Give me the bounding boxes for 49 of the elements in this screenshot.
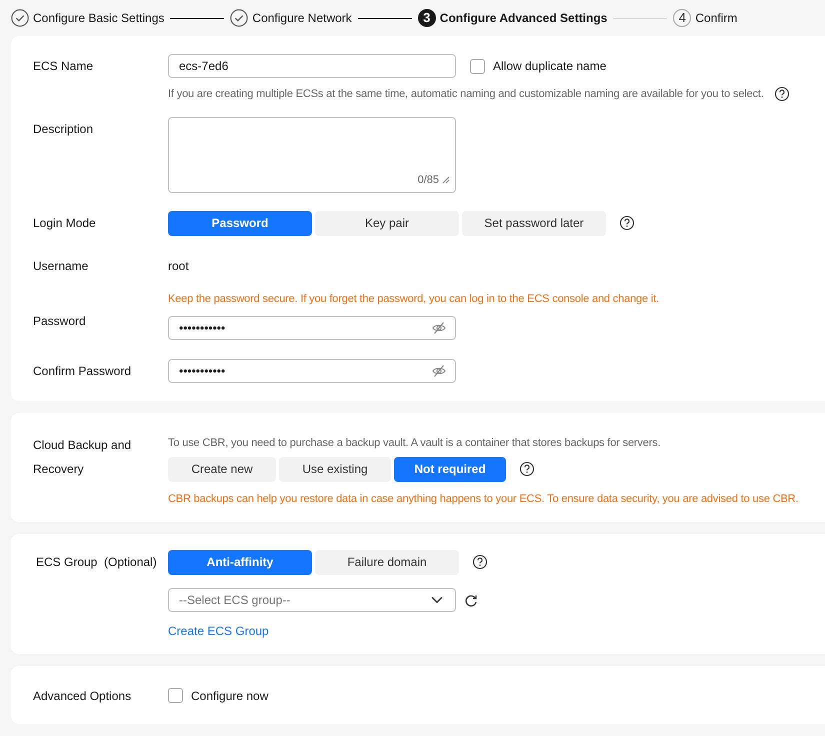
checkbox[interactable] [168,688,183,703]
step-label: Configure Basic Settings [33,10,164,27]
username-value: root [168,258,190,274]
password-field[interactable]: ••••••••••• [168,358,456,382]
step-label: Configure Advanced Settings [440,10,608,27]
password-field[interactable]: ••••••••••• [168,316,456,340]
character-counter: 0/85 [418,173,439,188]
resize-handle-icon [442,176,450,184]
option-button[interactable]: Anti-affinity [168,550,312,574]
checkbox-label: Configure now [191,688,268,704]
option-button[interactable]: Create new [168,456,276,482]
step-number: 4 [673,9,692,27]
step-label: Confirm [695,10,738,27]
field-label: ECS Name [33,58,94,75]
refresh-icon [464,592,478,606]
option-button[interactable]: Set password later [462,210,606,236]
option-button[interactable]: Failure domain [315,550,459,574]
hint-text: If you are creating multiple ECSs at the same time, automatic naming and customizable naming are available for you to select. [168,87,764,102]
field-label: ECS Group (Optional) [35,554,158,570]
info-text: To use CBR, you need to purchase a backup vault. A vault is a container that stores backups for servers. [168,436,661,450]
field-label: Advanced Options [33,688,132,704]
field-label: Cloud Backup and Recovery [33,436,132,478]
check-circle-icon [11,9,29,27]
warning-text: CBR backups can help you restore data in case anything happens to your ECS. To ensure data security, you are advised to use CBR. [168,492,800,506]
create-link[interactable]: Create ECS Group [168,622,269,640]
option-button[interactable]: Not required [394,456,506,482]
input-field[interactable]: ecs-7ed6 [168,54,456,78]
eye-slash-icon [432,364,446,378]
field-label: Confirm Password [33,362,132,380]
step-label: Configure Network [252,10,352,27]
warning-text: Keep the password secure. If you forget the password, you can log in to the ECS console and change it. [168,292,660,306]
help-icon [774,86,790,102]
field-label: Login Mode [33,214,97,232]
checkbox[interactable] [470,58,485,74]
select-field[interactable]: --Select ECS group-- [168,588,456,612]
check-circle-icon [230,9,248,27]
step-number: 3 [418,9,436,27]
field-label: Username [33,258,90,274]
option-button[interactable]: Key pair [315,210,459,236]
text-area[interactable] [168,116,456,192]
field-label: Description [33,120,94,138]
help-icon [619,215,635,231]
field-label: Password [33,312,87,330]
option-button[interactable]: Use existing [279,456,391,482]
help-icon [519,461,535,477]
help-icon [472,554,488,570]
option-button[interactable]: Password [168,210,312,236]
eye-slash-icon [432,320,446,334]
checkbox-label: Allow duplicate name [493,58,606,75]
